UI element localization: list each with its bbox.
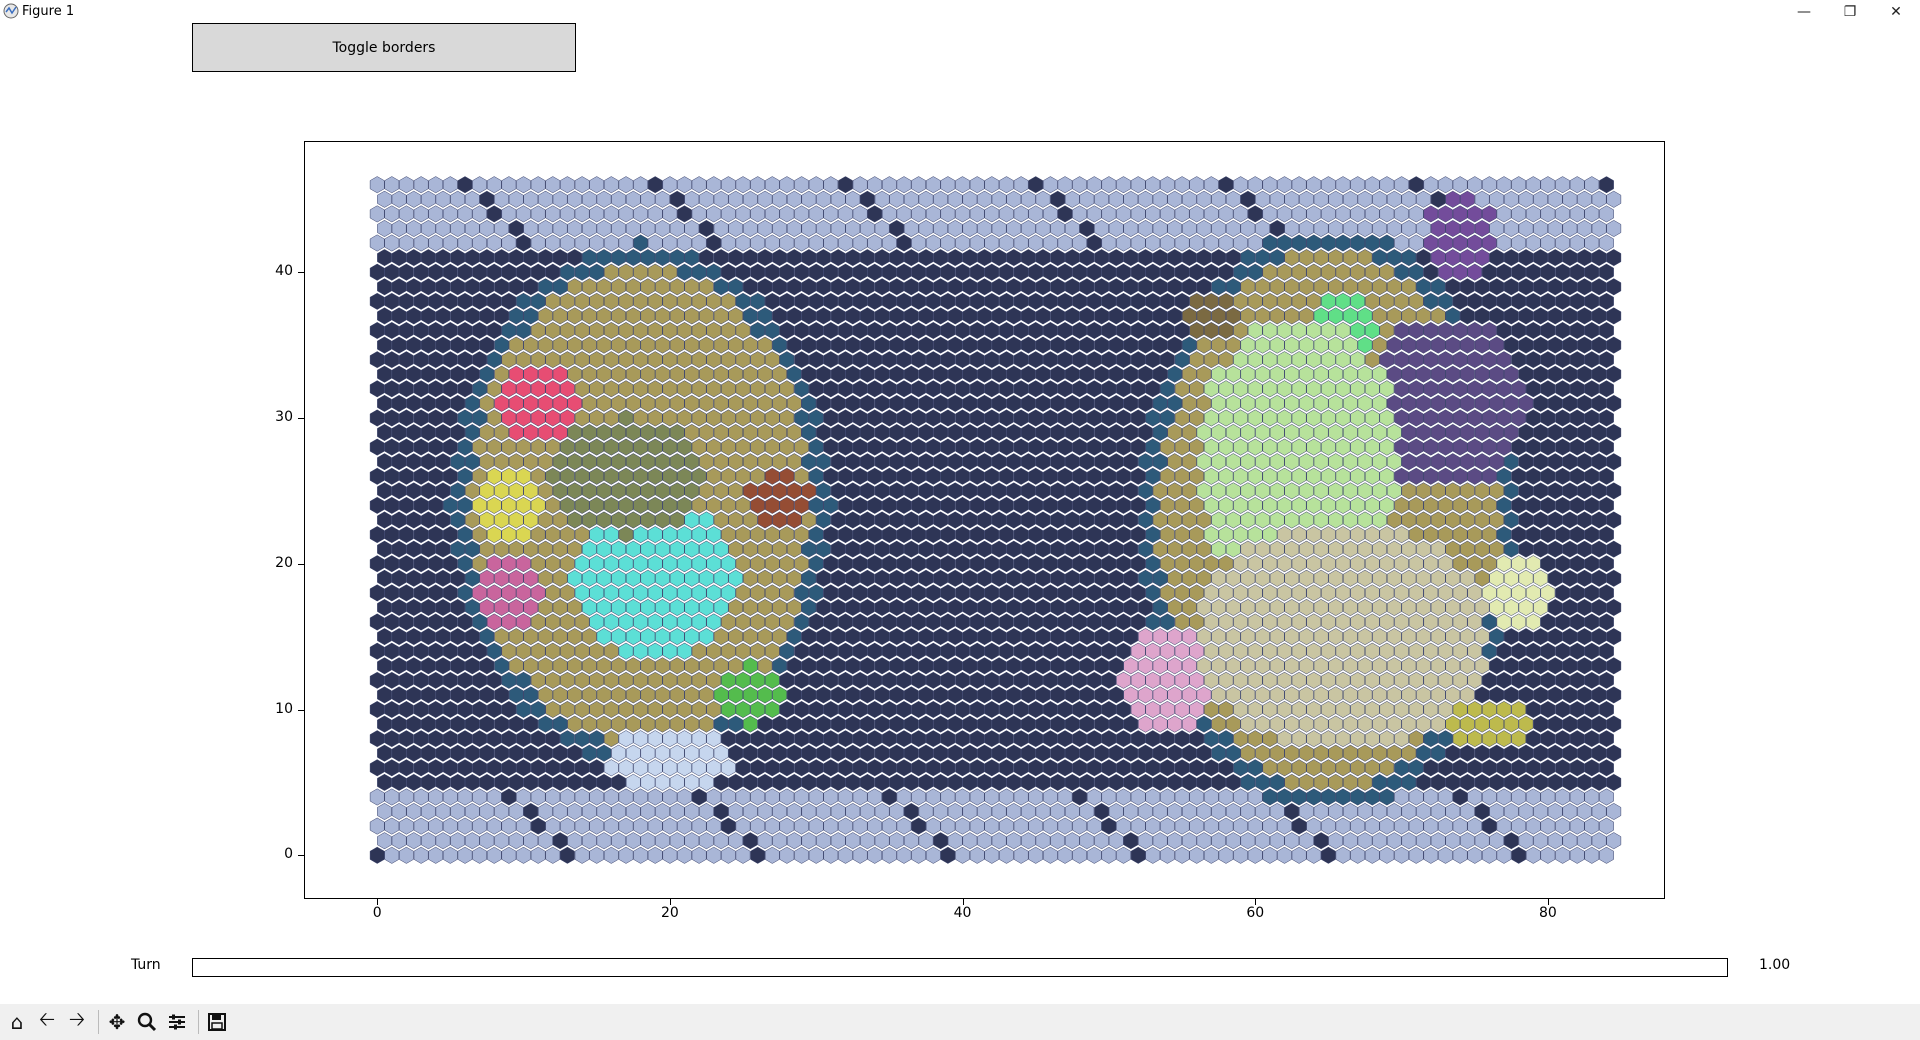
turn-slider[interactable] (192, 958, 1728, 977)
y-tick-label: 30 (275, 408, 293, 425)
toolbar-separator (198, 1010, 199, 1034)
y-tick-label: 40 (275, 263, 293, 280)
turn-slider-value: 1.00 (1759, 957, 1791, 973)
y-tick-mark (298, 272, 304, 274)
x-tick-label: 60 (1246, 905, 1265, 921)
y-tick-mark (298, 417, 304, 419)
x-tick-mark (669, 899, 671, 905)
y-tick-label: 20 (275, 554, 293, 571)
forward-arrow-icon[interactable]: 🡢 (64, 1007, 90, 1035)
x-tick-label: 40 (953, 905, 972, 921)
navigation-toolbar: ⌂ 🡠 🡢 ✥ (0, 1004, 1920, 1040)
y-tick-mark (298, 855, 304, 857)
x-tick-label: 80 (1539, 905, 1557, 921)
x-tick-mark (1547, 899, 1549, 905)
save-icon[interactable] (204, 1009, 230, 1035)
back-arrow-icon[interactable]: 🡠 (34, 1007, 60, 1035)
y-tick-mark (298, 563, 304, 565)
pan-icon[interactable]: ✥ (104, 1009, 130, 1035)
zoom-icon[interactable] (134, 1009, 160, 1035)
plot-axes-frame (304, 141, 1665, 899)
x-tick-label: 20 (660, 905, 679, 921)
y-tick-label: 0 (284, 846, 293, 863)
y-tick-label: 10 (275, 700, 293, 717)
toolbar-separator (98, 1010, 99, 1034)
x-tick-label: 0 (372, 905, 382, 921)
x-tick-mark (377, 899, 379, 905)
configure-icon[interactable] (164, 1009, 190, 1035)
y-tick-mark (298, 709, 304, 711)
home-icon[interactable]: ⌂ (4, 1009, 30, 1035)
x-tick-mark (962, 899, 964, 905)
x-tick-mark (1255, 899, 1257, 905)
turn-slider-label: Turn (131, 957, 161, 973)
